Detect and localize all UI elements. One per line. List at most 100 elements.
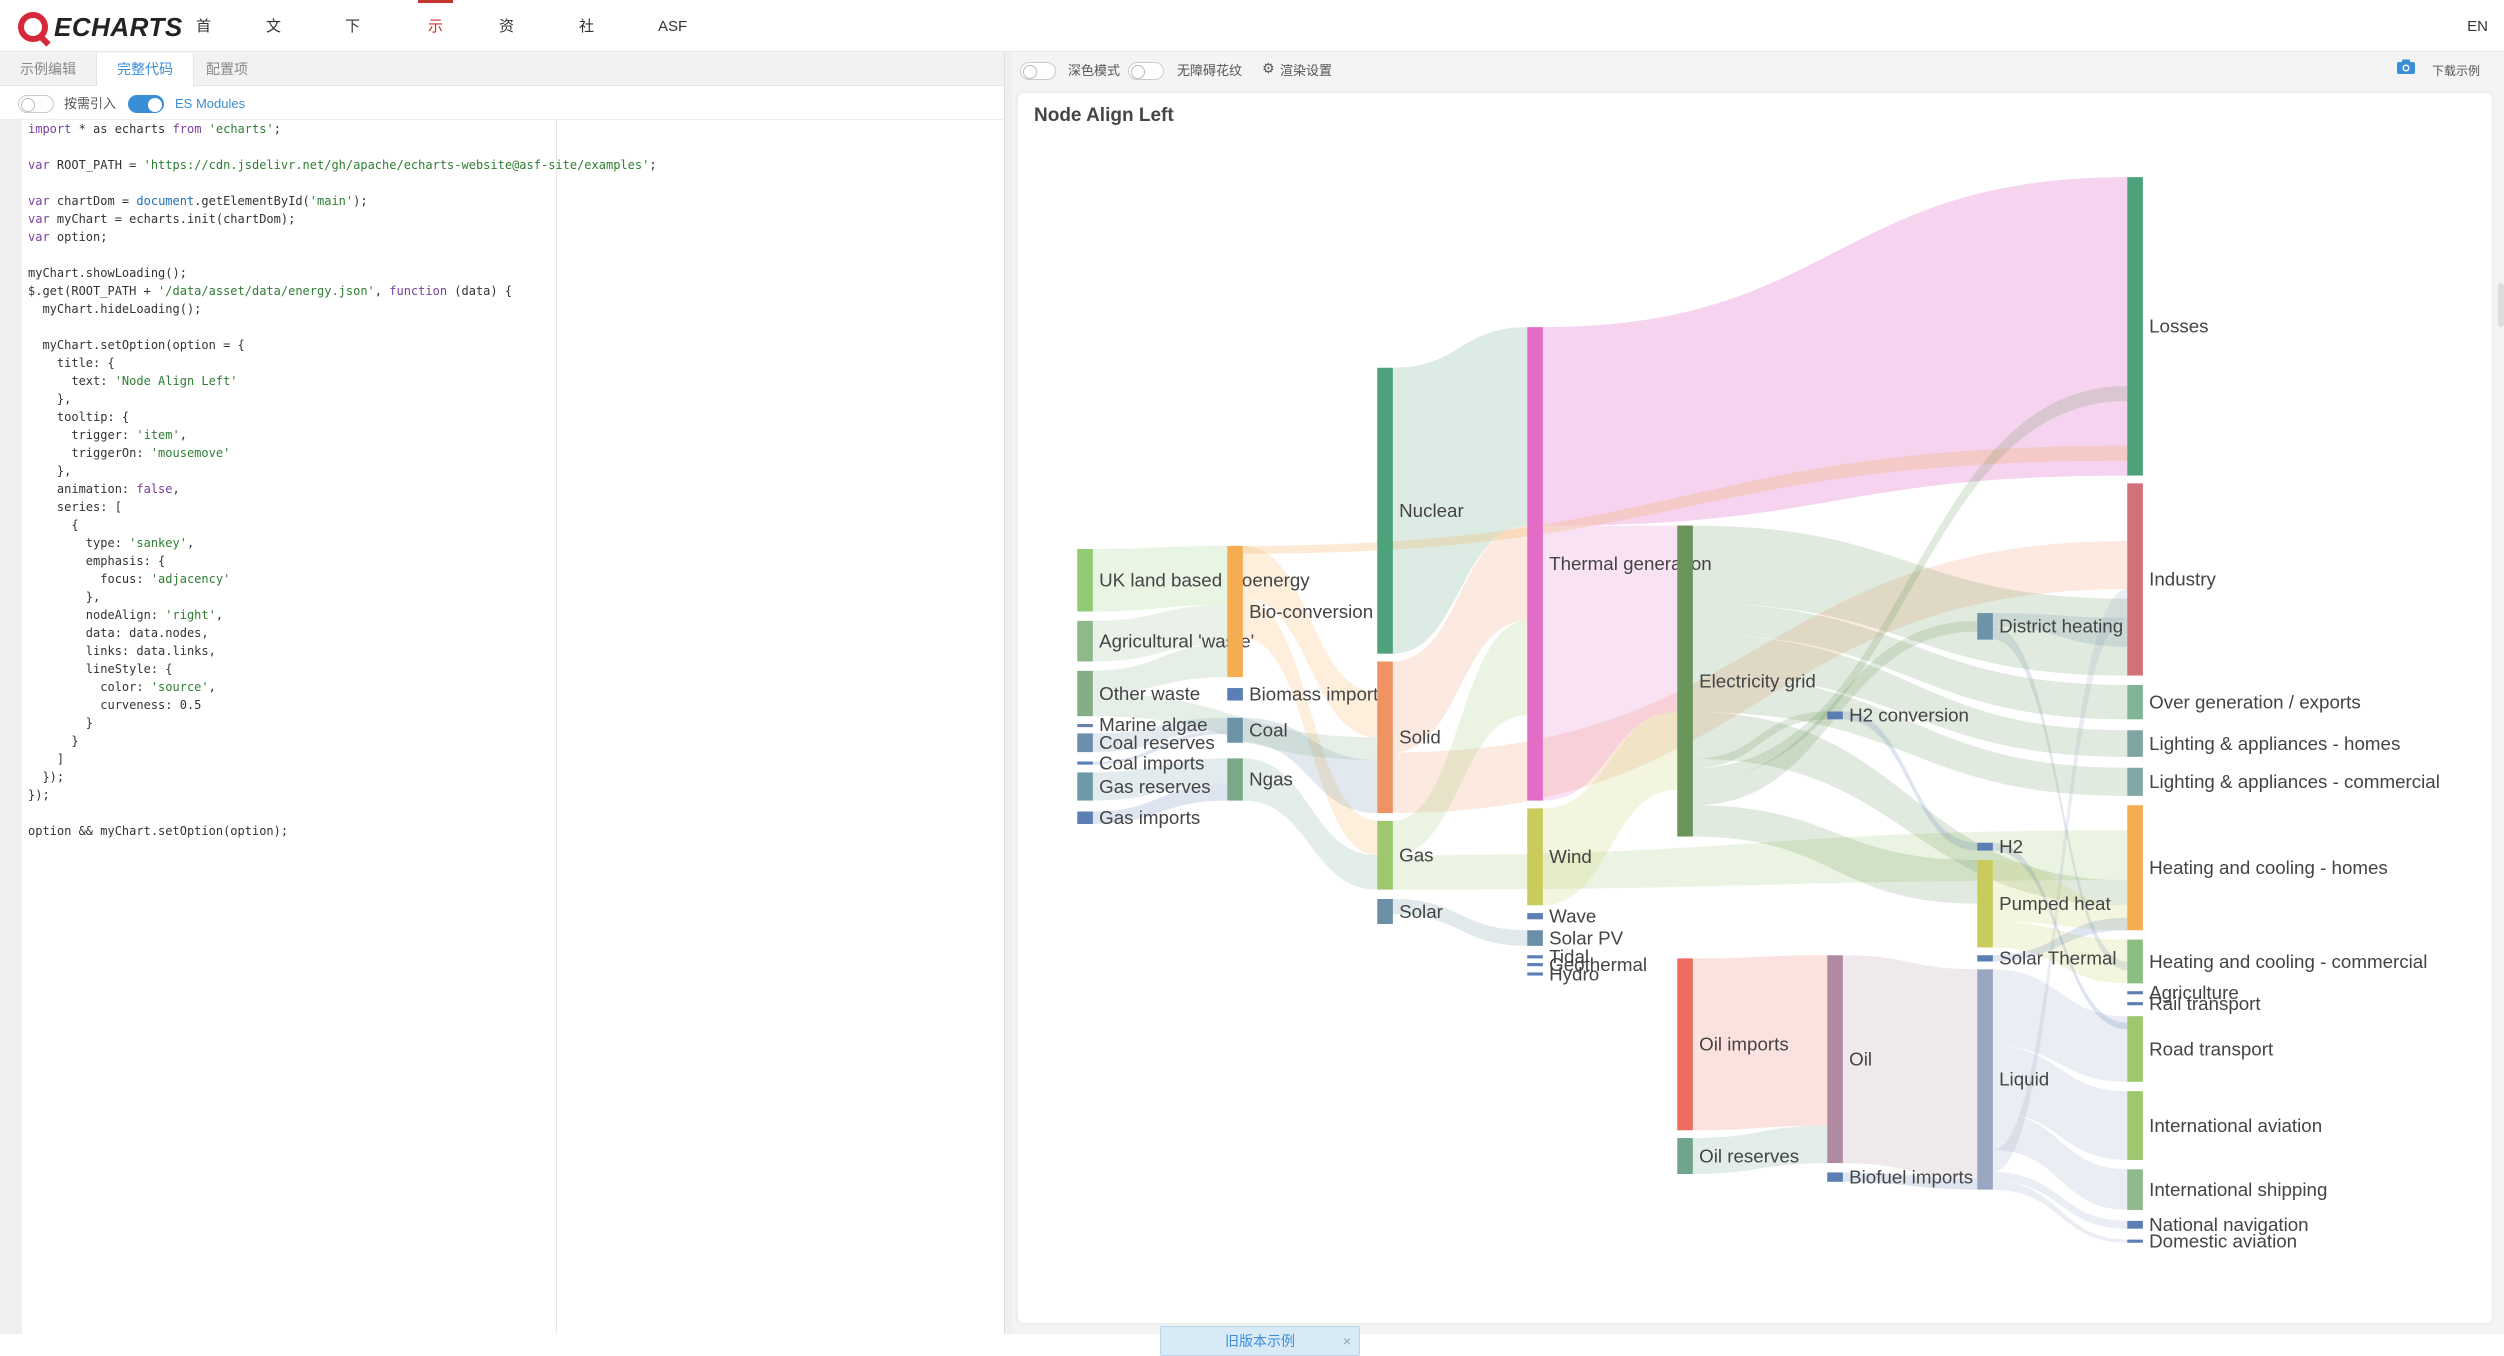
sankey-node[interactable] bbox=[2127, 767, 2143, 796]
sankey-node[interactable] bbox=[2127, 1002, 2143, 1006]
sankey-node[interactable] bbox=[1527, 930, 1543, 946]
sankey-node[interactable] bbox=[1077, 620, 1093, 662]
nav-item-1[interactable]: 文档 bbox=[266, 0, 281, 137]
sankey-node[interactable] bbox=[1377, 367, 1393, 654]
sankey-node[interactable] bbox=[1677, 525, 1693, 837]
es-modules-toggle[interactable] bbox=[128, 95, 164, 113]
sankey-node[interactable] bbox=[1077, 670, 1093, 717]
screenshot-camera-icon[interactable] bbox=[2396, 59, 2416, 75]
nav-item-3[interactable]: 示例 bbox=[417, 0, 454, 89]
sankey-node-label: Losses bbox=[2149, 316, 2208, 337]
sankey-node[interactable] bbox=[1227, 717, 1243, 743]
sankey-node[interactable] bbox=[2127, 483, 2143, 676]
pane-splitter[interactable] bbox=[1004, 53, 1012, 1334]
sankey-node[interactable] bbox=[1527, 808, 1543, 906]
editor-toggles: 按需引入 ES Modules bbox=[0, 86, 1004, 120]
code-line: }); bbox=[28, 770, 65, 784]
sankey-node[interactable] bbox=[1677, 958, 1693, 1131]
sankey-node[interactable] bbox=[1977, 613, 1993, 640]
sankey-node[interactable] bbox=[1377, 661, 1393, 814]
sankey-chart[interactable]: UK land based bioenergyAgricultural 'was… bbox=[1018, 93, 2492, 1323]
sankey-node[interactable] bbox=[2127, 1091, 2143, 1160]
code-line: import * as echarts from 'echarts'; bbox=[28, 122, 281, 136]
sankey-node[interactable] bbox=[1527, 963, 1543, 967]
code-content[interactable]: import * as echarts from 'echarts'; var … bbox=[28, 120, 657, 840]
sankey-node[interactable] bbox=[1527, 327, 1543, 801]
sankey-node[interactable] bbox=[1377, 820, 1393, 890]
code-line: ] bbox=[28, 752, 65, 766]
sankey-node[interactable] bbox=[1077, 772, 1093, 801]
sankey-node-label: Biofuel imports bbox=[1849, 1166, 1973, 1187]
sankey-node[interactable] bbox=[2127, 1016, 2143, 1082]
code-line: curveness: 0.5 bbox=[28, 698, 202, 712]
dark-mode-toggle[interactable] bbox=[1020, 62, 1056, 80]
sankey-node-label: Liquid bbox=[1999, 1069, 2049, 1090]
sankey-node[interactable] bbox=[1377, 899, 1393, 924]
sankey-node[interactable] bbox=[2127, 177, 2143, 476]
sankey-node[interactable] bbox=[1077, 549, 1093, 612]
sankey-node[interactable] bbox=[1827, 1172, 1843, 1182]
sankey-node[interactable] bbox=[1527, 972, 1543, 976]
download-example-link[interactable]: 下载示例 bbox=[2432, 62, 2480, 80]
code-line: }); bbox=[28, 788, 50, 802]
nav-item-2[interactable]: 下载 bbox=[345, 0, 360, 137]
sankey-node[interactable] bbox=[1977, 859, 1993, 948]
sankey-node[interactable] bbox=[2127, 939, 2143, 984]
code-line: myChart.showLoading(); bbox=[28, 266, 187, 280]
old-version-button[interactable]: 旧版本示例 × bbox=[1160, 1326, 1360, 1356]
sankey-node-label: Electricity grid bbox=[1699, 670, 1816, 691]
sankey-node[interactable] bbox=[1977, 969, 1993, 1190]
echarts-logo[interactable]: ECHARTS bbox=[18, 12, 183, 42]
sankey-node[interactable] bbox=[1227, 758, 1243, 801]
sankey-node[interactable] bbox=[1077, 724, 1093, 728]
nav-item-5[interactable]: 社区 bbox=[579, 0, 594, 137]
sankey-node[interactable] bbox=[1977, 842, 1993, 851]
sankey-node[interactable] bbox=[1527, 913, 1543, 920]
sankey-node[interactable] bbox=[2127, 684, 2143, 720]
sankey-node[interactable] bbox=[2127, 1169, 2143, 1210]
decal-pattern-label: 无障碍花纹 bbox=[1177, 63, 1243, 78]
sankey-node[interactable] bbox=[1977, 955, 1993, 962]
editor-tab-0[interactable]: 示例编辑 bbox=[18, 53, 78, 86]
sankey-node[interactable] bbox=[2127, 1220, 2143, 1229]
sankey-node[interactable] bbox=[1227, 688, 1243, 701]
language-switch[interactable]: EN bbox=[2467, 18, 2488, 35]
sankey-node[interactable] bbox=[1077, 761, 1093, 765]
on-demand-import-toggle[interactable] bbox=[18, 95, 54, 113]
sankey-node[interactable] bbox=[1527, 955, 1543, 959]
nav-item-0[interactable]: 首页 bbox=[196, 0, 211, 89]
code-line: } bbox=[28, 734, 79, 748]
sankey-node[interactable] bbox=[1677, 1138, 1693, 1174]
old-version-close-icon[interactable]: × bbox=[1343, 1327, 1351, 1355]
editor-tab-1[interactable]: 完整代码 bbox=[96, 53, 194, 86]
sankey-node-label: Domestic aviation bbox=[2149, 1230, 2297, 1251]
nav-item-6[interactable]: ASF bbox=[658, 0, 687, 83]
code-line: nodeAlign: 'right', bbox=[28, 608, 224, 622]
sankey-node[interactable] bbox=[1077, 811, 1093, 825]
sankey-plot: UK land based bioenergyAgricultural 'was… bbox=[1077, 177, 2440, 1251]
sankey-node[interactable] bbox=[1827, 955, 1843, 1164]
code-line: var option; bbox=[28, 230, 108, 244]
sankey-node[interactable] bbox=[1827, 711, 1843, 720]
code-line: } bbox=[28, 716, 94, 730]
sankey-node[interactable] bbox=[2127, 1239, 2143, 1243]
sankey-node-label: Lighting & appliances - commercial bbox=[2149, 771, 2440, 792]
sankey-node[interactable] bbox=[1227, 545, 1243, 678]
code-editor[interactable]: import * as echarts from 'echarts'; var … bbox=[0, 120, 1004, 1334]
sankey-node-label: Lighting & appliances - homes bbox=[2149, 733, 2400, 754]
editor-tab-2[interactable]: 配置项 bbox=[196, 53, 258, 86]
decal-pattern-toggle[interactable] bbox=[1128, 62, 1164, 80]
sankey-node[interactable] bbox=[2127, 805, 2143, 931]
sankey-node[interactable] bbox=[2127, 991, 2143, 995]
render-settings-icon[interactable]: ⚙ bbox=[1262, 60, 1275, 77]
nav-item-4[interactable]: 资源 bbox=[499, 0, 514, 137]
editor-tabs: 示例编辑 完整代码 配置项 bbox=[0, 53, 1004, 86]
render-settings-label[interactable]: 渲染设置 bbox=[1280, 62, 1332, 80]
chart-container: Node Align Left UK land based bioenergy A… bbox=[1018, 93, 2492, 1356]
sankey-node[interactable] bbox=[1077, 733, 1093, 753]
scroll-handle[interactable] bbox=[2498, 283, 2504, 327]
sankey-node[interactable] bbox=[2127, 730, 2143, 757]
